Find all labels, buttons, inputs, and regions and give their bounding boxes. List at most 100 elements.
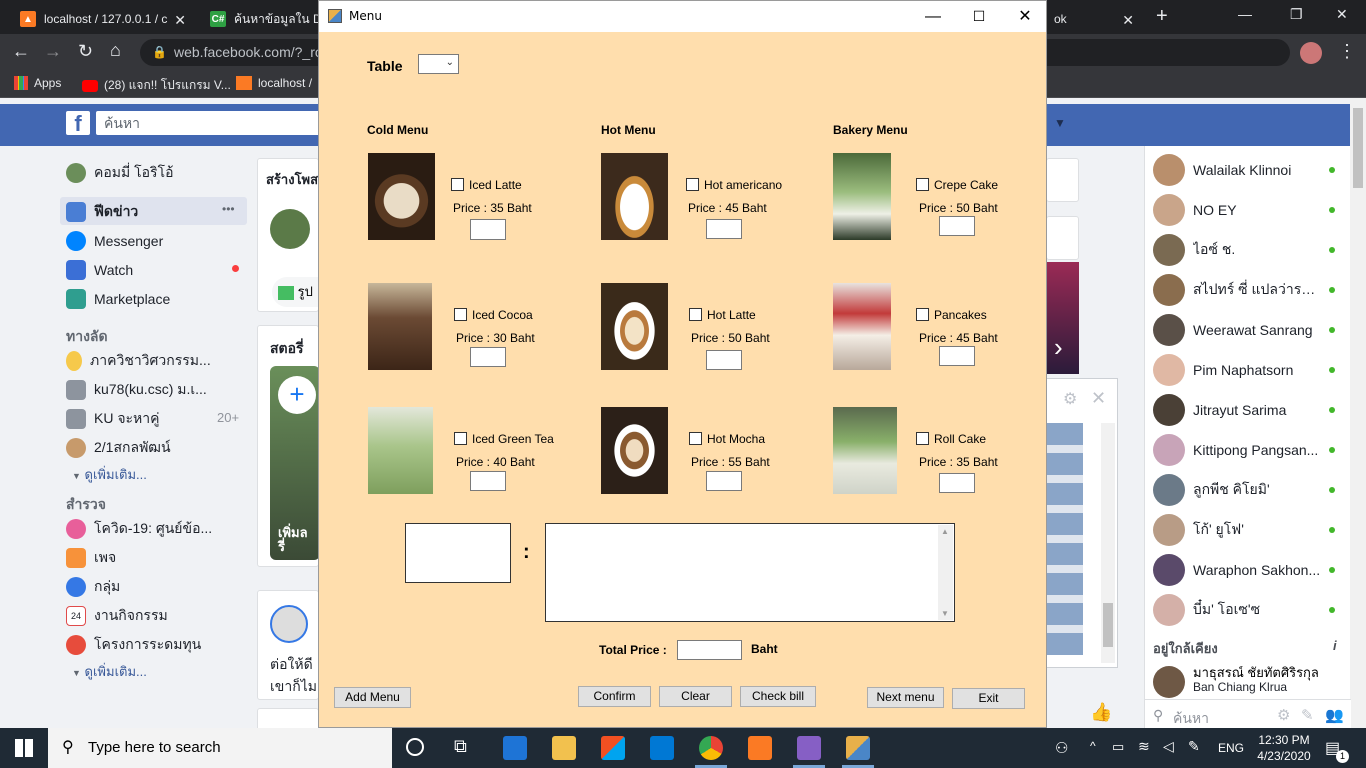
clock[interactable]: 12:30 PM 4/23/2020 — [1256, 732, 1312, 764]
maximize-button[interactable]: ☐ — [956, 1, 1002, 32]
volume-icon[interactable]: ◁ — [1163, 738, 1174, 755]
clear-button[interactable]: Clear — [659, 686, 732, 707]
facebook-search-input[interactable]: ค้นหา — [96, 111, 326, 135]
pen-icon[interactable]: ✎ — [1188, 738, 1200, 755]
contact-item[interactable]: ลูกพีช คิโยมิ' — [1153, 474, 1343, 506]
mail-icon[interactable] — [650, 736, 674, 760]
next-menu-button[interactable]: Next menu — [867, 687, 944, 708]
facebook-logo[interactable]: f — [66, 111, 90, 136]
see-more-link[interactable]: ▼ ดูเพิ่มเติม... — [72, 661, 147, 682]
pancakes-quantity-input[interactable] — [939, 346, 975, 366]
nav-messenger[interactable]: Messenger — [66, 231, 163, 251]
explore-item[interactable]: เพจ — [66, 547, 116, 569]
contact-item[interactable]: บี๋ม' โอเซ'ซ — [1153, 594, 1343, 626]
minimize-button[interactable]: — — [910, 1, 956, 32]
table-number-display[interactable] — [405, 523, 511, 583]
explore-item[interactable]: กลุ่ม — [66, 576, 120, 598]
iced-cocoa-quantity-input[interactable] — [470, 347, 506, 367]
contact-item[interactable]: Jitrayut Sarima — [1153, 394, 1343, 426]
browser-tab[interactable]: C# ค้นหาข้อมูลใน Dat — [196, 4, 320, 34]
bookmark-apps[interactable]: Apps — [14, 76, 61, 90]
minimize-icon[interactable]: — — [1238, 6, 1252, 22]
crepe-cake-checkbox[interactable] — [916, 178, 929, 191]
thumbs-up-icon[interactable]: 👍 — [1090, 702, 1112, 723]
scrollbar-thumb[interactable] — [1353, 108, 1363, 188]
close-button[interactable]: ✕ — [1002, 1, 1048, 32]
info-icon[interactable]: i — [1333, 638, 1337, 653]
bookmark-localhost[interactable]: localhost / — [236, 76, 312, 90]
profile-avatar[interactable] — [1300, 42, 1322, 64]
bookmark-youtube[interactable]: (28) แจก!! โปรแกรม V... — [82, 76, 231, 95]
hot-americano-quantity-input[interactable] — [706, 219, 742, 239]
language-indicator[interactable]: ENG — [1218, 741, 1244, 755]
edge-icon[interactable] — [503, 736, 527, 760]
iced-latte-checkbox[interactable] — [451, 178, 464, 191]
close-icon[interactable]: ✕ — [1091, 388, 1106, 409]
chrome-icon[interactable] — [699, 736, 723, 760]
nearby-contact[interactable]: มาธุสรณ์ ชัยทัตศิริรกุล Ban Chiang Klrua — [1153, 666, 1349, 698]
contact-item[interactable]: Waraphon Sakhon... — [1153, 554, 1343, 586]
taskbar-search-input[interactable]: ⚲ Type here to search — [48, 728, 392, 768]
windows-start-icon[interactable] — [15, 739, 33, 757]
contact-item[interactable]: สไปทร์ ซี่ แปลว่ารสจัด — [1153, 274, 1343, 306]
forward-icon[interactable]: → — [44, 41, 62, 62]
compose-icon[interactable]: ✎ — [1301, 706, 1314, 724]
close-window-icon[interactable]: ✕ — [1336, 6, 1348, 23]
iced-green-tea-checkbox[interactable] — [454, 432, 467, 445]
gear-icon[interactable]: ⚙ — [1063, 389, 1077, 409]
home-icon[interactable]: ⌂ — [110, 40, 121, 61]
total-price-input[interactable] — [677, 640, 742, 660]
scroll-down-icon[interactable]: ▼ — [941, 609, 949, 618]
browser-tab[interactable]: ok ✕ — [1040, 4, 1144, 34]
hot-americano-checkbox[interactable] — [686, 178, 699, 191]
new-tab-icon[interactable]: + — [1156, 5, 1168, 28]
contact-item[interactable]: NO EY — [1153, 194, 1343, 226]
chevron-up-icon[interactable]: ^ — [1090, 739, 1096, 753]
back-icon[interactable]: ← — [12, 41, 30, 62]
scrollbar-thumb[interactable] — [1103, 603, 1113, 647]
visual-studio-icon[interactable] — [797, 736, 821, 760]
nav-watch[interactable]: Watch — [66, 260, 133, 280]
hot-latte-quantity-input[interactable] — [706, 350, 742, 370]
pancakes-checkbox[interactable] — [916, 308, 929, 321]
settings-icon[interactable]: ⚙ — [1277, 706, 1290, 724]
cortana-icon[interactable] — [406, 738, 424, 756]
wifi-icon[interactable]: ≋ — [1138, 738, 1150, 755]
browser-tab[interactable]: ▲ localhost / 127.0.0.1 / c ✕ — [6, 4, 196, 34]
people-icon[interactable]: ⚇ — [1055, 739, 1068, 757]
task-view-icon[interactable]: ⧉ — [454, 736, 467, 757]
contact-item[interactable]: Walailak Klinnoi — [1153, 154, 1343, 186]
hot-mocha-quantity-input[interactable] — [706, 471, 742, 491]
iced-latte-quantity-input[interactable] — [470, 219, 506, 240]
contact-item[interactable]: Pim Naphatsorn — [1153, 354, 1343, 386]
explore-item[interactable]: โควิด-19: ศูนย์ข้อ... — [66, 518, 212, 540]
shortcut-item[interactable]: 2/1สกลพัฒน์ — [66, 437, 171, 459]
crepe-cake-quantity-input[interactable] — [939, 216, 975, 236]
iced-green-tea-quantity-input[interactable] — [470, 471, 506, 491]
iced-cocoa-checkbox[interactable] — [454, 308, 467, 321]
confirm-button[interactable]: Confirm — [578, 686, 651, 707]
shortcut-item[interactable]: KU จะหาคู่ — [66, 408, 160, 430]
story-thumbnail[interactable]: + เพิ่มล รี่ — [270, 366, 320, 560]
battery-icon[interactable]: ▭ — [1112, 739, 1124, 755]
contact-item[interactable]: Weerawat Sanrang — [1153, 314, 1343, 346]
chat-scrollbar[interactable] — [1101, 423, 1115, 663]
shortcut-item[interactable]: ku78(ku.csc) ม.เ... — [66, 379, 207, 401]
more-options-icon[interactable]: ••• — [222, 202, 235, 216]
check-bill-button[interactable]: Check bill — [740, 686, 816, 707]
create-group-icon[interactable]: 👥 — [1325, 706, 1344, 724]
chrome-menu-icon[interactable]: ⋮ — [1338, 41, 1356, 62]
shortcut-item[interactable]: ภาควิชาวิศวกรรม... — [66, 350, 211, 372]
nav-news-feed[interactable]: ฟีดข่าว — [66, 201, 138, 223]
restore-icon[interactable]: ❐ — [1290, 6, 1303, 23]
roll-cake-quantity-input[interactable] — [939, 473, 975, 493]
scroll-up-icon[interactable]: ▲ — [941, 527, 949, 536]
account-menu-icon[interactable]: ▼ — [1054, 116, 1066, 130]
contact-item[interactable]: Kittipong Pangsan... — [1153, 434, 1343, 466]
exit-button[interactable]: Exit — [952, 688, 1025, 709]
hot-latte-checkbox[interactable] — [689, 308, 702, 321]
table-select[interactable]: ⌄ — [418, 54, 459, 74]
contact-item[interactable]: โก้' ยูโฟ' — [1153, 514, 1343, 546]
ad-image[interactable]: › — [1046, 262, 1079, 374]
store-icon[interactable] — [601, 736, 625, 760]
